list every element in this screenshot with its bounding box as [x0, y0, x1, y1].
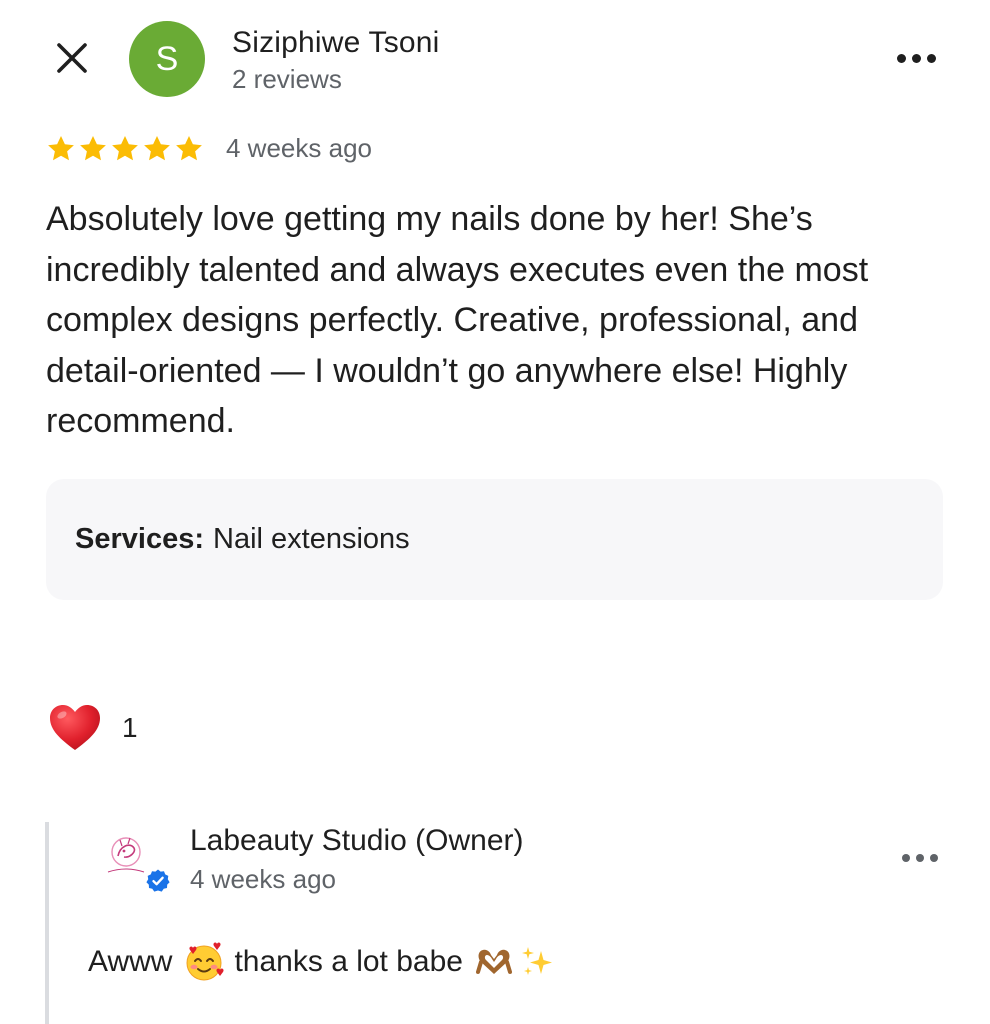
avatar-initial: S	[155, 39, 179, 78]
sparkles-icon	[521, 947, 552, 975]
services-box: Services: Nail extensions	[46, 479, 943, 600]
more-options-button[interactable]	[892, 44, 940, 72]
like-reaction-button[interactable]: 1	[48, 703, 138, 753]
star-icon	[48, 135, 74, 160]
close-icon	[57, 43, 87, 73]
review-date: 4 weeks ago	[226, 133, 372, 163]
star-icon	[112, 135, 138, 160]
rating-row: 4 weeks ago	[46, 133, 372, 164]
reply-text-middle: thanks a lot babe	[234, 945, 463, 978]
services-value: Nail extensions	[213, 523, 410, 555]
review-text: Absolutely love getting my nails done by…	[46, 200, 869, 440]
star-icon	[176, 135, 202, 160]
review-detail-page: S Siziphiwe Tsoni 2 reviews 4 weeks ago …	[0, 0, 990, 1024]
reviewer-name[interactable]: Siziphiwe Tsoni	[232, 26, 440, 60]
star-rating	[46, 134, 204, 164]
more-horizontal-icon	[896, 53, 906, 63]
star-icon	[144, 135, 170, 160]
owner-reply-text: Awww thanks a lot babe	[88, 942, 557, 982]
reaction-count: 1	[122, 712, 138, 743]
reviewer-review-count: 2 reviews	[232, 64, 342, 94]
reply-divider	[45, 822, 49, 1024]
more-horizontal-icon	[902, 854, 910, 862]
verified-badge-icon	[145, 868, 171, 894]
heart-icon	[50, 705, 100, 750]
star-icon	[80, 135, 106, 160]
smiling-face-with-hearts-icon	[186, 942, 225, 981]
reply-text-start: Awww	[88, 945, 173, 978]
owner-reply-date: 4 weeks ago	[190, 864, 336, 894]
owner-reply-more-button[interactable]	[896, 844, 944, 872]
services-label: Services:	[75, 523, 204, 555]
heart-hands-icon	[475, 949, 512, 974]
owner-name[interactable]: Labeauty Studio (Owner)	[190, 824, 524, 858]
close-button[interactable]	[52, 38, 92, 78]
reviewer-avatar[interactable]: S	[129, 21, 205, 97]
